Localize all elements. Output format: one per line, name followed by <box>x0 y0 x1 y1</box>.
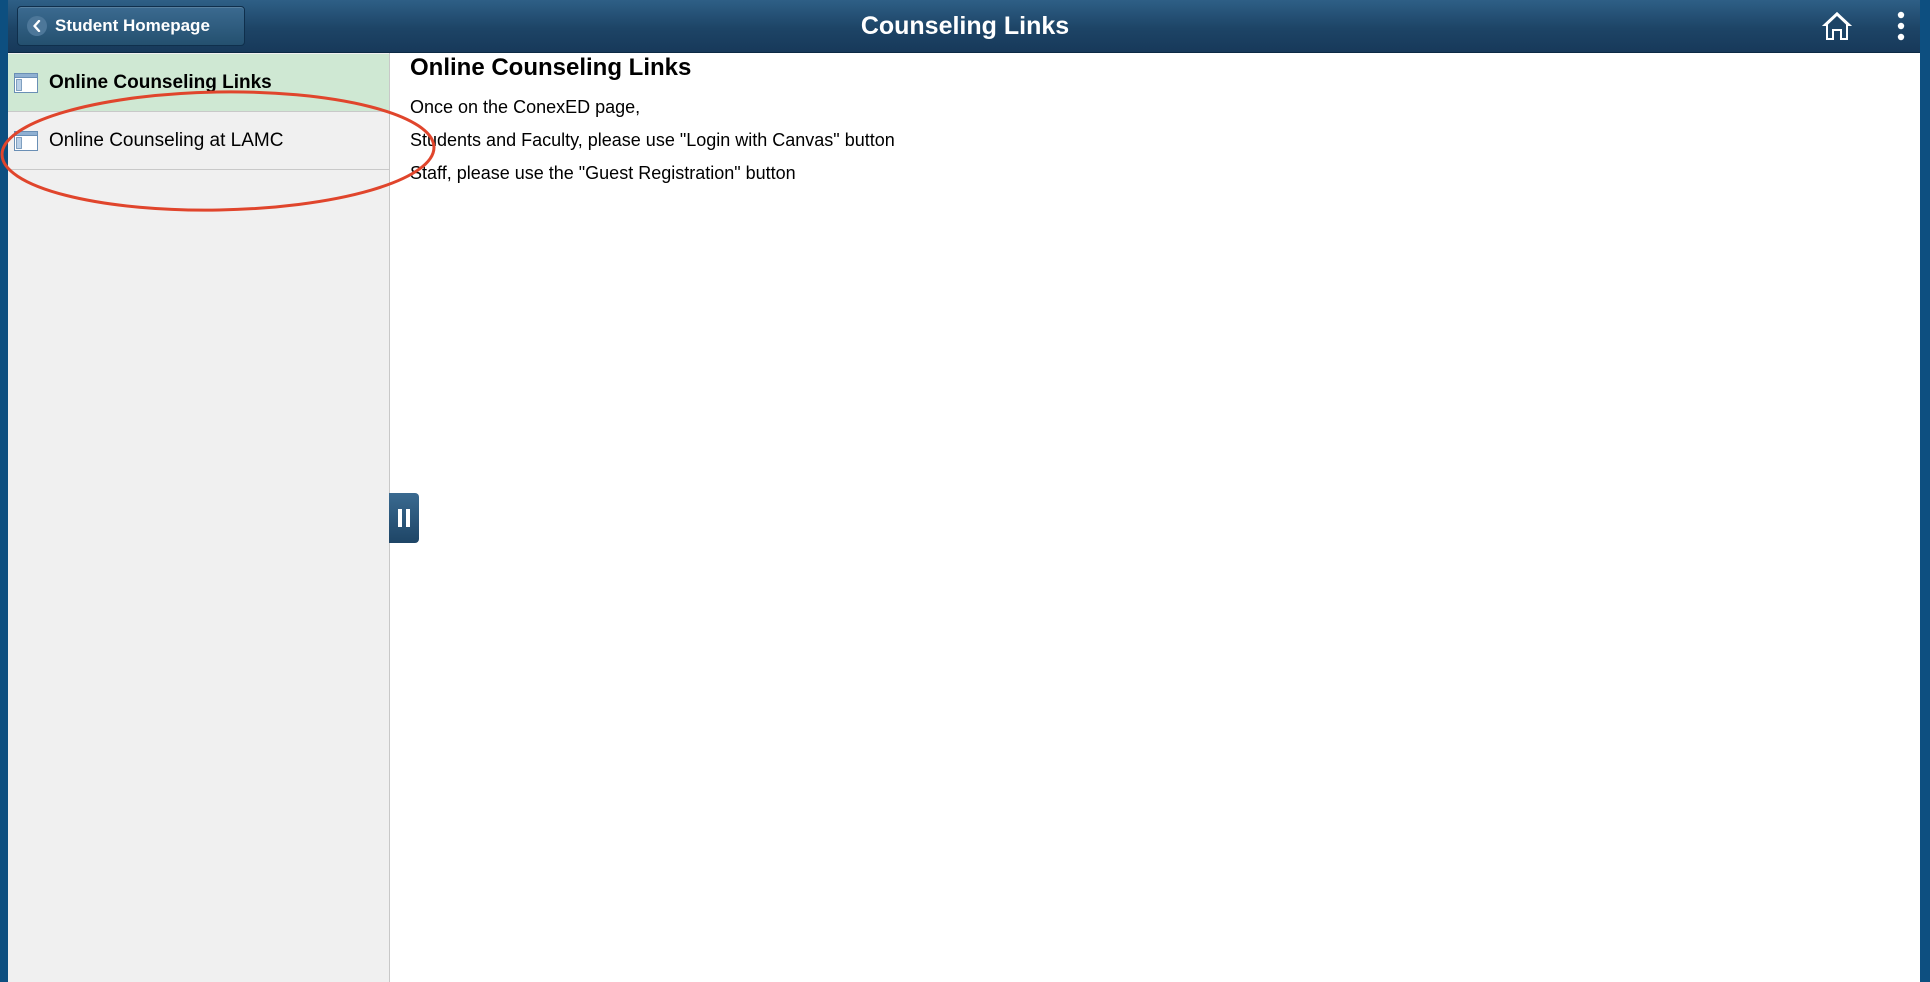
sidebar-item-online-counseling-links[interactable]: Online Counseling Links <box>8 54 389 112</box>
header-bar: Student Homepage Counseling Links <box>0 0 1930 53</box>
sidebar-collapse-handle[interactable] <box>389 493 419 543</box>
page-icon <box>14 72 38 93</box>
home-icon[interactable] <box>1820 10 1854 42</box>
page-icon <box>14 130 38 151</box>
window-edge-left <box>0 0 8 982</box>
more-vertical-icon[interactable] <box>1892 11 1910 41</box>
instruction-line: Staff, please use the "Guest Registratio… <box>410 163 796 183</box>
app-frame: Online Counseling Links Online Counselin… <box>8 0 1920 982</box>
pause-bar-icon <box>406 509 410 527</box>
sidebar-item-label: Online Counseling at LAMC <box>49 129 284 151</box>
pause-bar-icon <box>398 509 402 527</box>
instruction-line: Once on the ConexED page, <box>410 97 641 117</box>
back-button[interactable]: Student Homepage <box>17 6 245 46</box>
instruction-line: Students and Faculty, please use "Login … <box>410 130 895 150</box>
page-title: Online Counseling Links <box>410 54 692 81</box>
sidebar-item-label: Online Counseling Links <box>49 71 272 93</box>
window-edge-right <box>1920 0 1930 982</box>
sidebar-item-online-counseling-lamc[interactable]: Online Counseling at LAMC <box>8 112 389 170</box>
chevron-left-icon <box>27 16 47 36</box>
back-button-label: Student Homepage <box>55 16 210 35</box>
sidebar: Online Counseling Links Online Counselin… <box>8 52 390 982</box>
page-header-title: Counseling Links <box>860 12 1070 40</box>
main-content: Online Counseling Links Once on the Cone… <box>410 52 1910 184</box>
